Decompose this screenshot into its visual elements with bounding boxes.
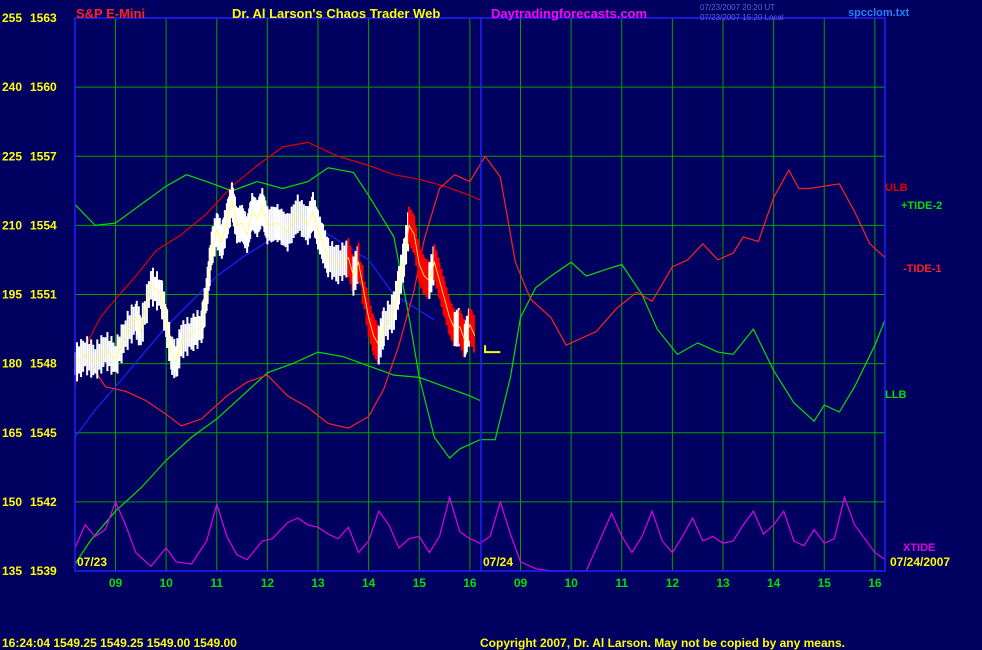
y-tick-label-right: 1560 (30, 80, 57, 94)
y-tick-label-right: 1545 (30, 426, 57, 440)
x-tick-label: 16 (868, 576, 882, 590)
data-file-name: spcclom.txt (848, 7, 909, 19)
x-tick-label: 09 (514, 576, 528, 590)
date-label-end: 07/24/2007 (890, 555, 950, 569)
x-tick-label: 13 (716, 576, 730, 590)
x-tick-label: 09 (109, 576, 123, 590)
x-tick-label: 14 (767, 576, 781, 590)
label-tide2: +TIDE-2 (901, 200, 942, 212)
x-tick-label: 15 (818, 576, 832, 590)
y-tick-label-right: 1554 (30, 218, 57, 232)
copyright-notice: Copyright 2007, Dr. Al Larson. May not b… (480, 636, 845, 650)
x-tick-label: 12 (666, 576, 680, 590)
y-tick-label-left: 255 (2, 11, 22, 25)
symbol-label: S&P E-Mini (76, 6, 145, 21)
label-llb: LLB (885, 389, 906, 401)
y-tick-label-right: 1557 (30, 149, 57, 163)
x-tick-label: 10 (564, 576, 578, 590)
y-tick-label-left: 165 (2, 426, 22, 440)
y-tick-label-left: 135 (2, 564, 22, 578)
date-label-next: 07/24 (483, 555, 513, 569)
plot-background (0, 0, 982, 650)
x-tick-label: 13 (311, 576, 325, 590)
y-tick-label-left: 240 (2, 80, 22, 94)
x-tick-label: 11 (615, 576, 628, 590)
y-tick-label-left: 150 (2, 495, 22, 509)
y-tick-label-left: 180 (2, 357, 22, 371)
x-tick-label: 14 (362, 576, 376, 590)
y-tick-label-right: 1563 (30, 11, 57, 25)
label-xtide: XTIDE (903, 542, 935, 554)
y-tick-label-right: 1548 (30, 357, 57, 371)
y-tick-label-right: 1551 (30, 288, 57, 302)
y-tick-label-right: 1542 (30, 495, 57, 509)
chart-title: Dr. Al Larson's Chaos Trader Web (232, 6, 440, 21)
quote-readout: 16:24:04 1549.25 1549.25 1549.00 1549.00 (2, 636, 237, 650)
site-link[interactable]: Daytradingforecasts.com (491, 6, 647, 21)
x-tick-label: 15 (413, 576, 427, 590)
y-tick-label-left: 195 (2, 288, 22, 302)
timestamp-ut: 07/23/2007 20:20 UT (700, 3, 775, 12)
y-tick-label-right: 1539 (30, 564, 57, 578)
date-label-start: 07/23 (77, 555, 107, 569)
timestamp-local: 07/23/2007 15:20 Local (700, 13, 784, 22)
label-tide1: -TIDE-1 (903, 263, 942, 275)
label-ulb: ULB (885, 182, 908, 194)
x-tick-label: 16 (463, 576, 477, 590)
y-tick-label-left: 210 (2, 218, 22, 232)
y-tick-label-left: 225 (2, 149, 22, 163)
x-tick-label: 12 (261, 576, 275, 590)
x-tick-label: 10 (159, 576, 173, 590)
x-tick-label: 11 (210, 576, 223, 590)
chaos-chart: 255 1563 240 1560 225 1557 210 1554 195 1551 180 15… (0, 0, 982, 650)
